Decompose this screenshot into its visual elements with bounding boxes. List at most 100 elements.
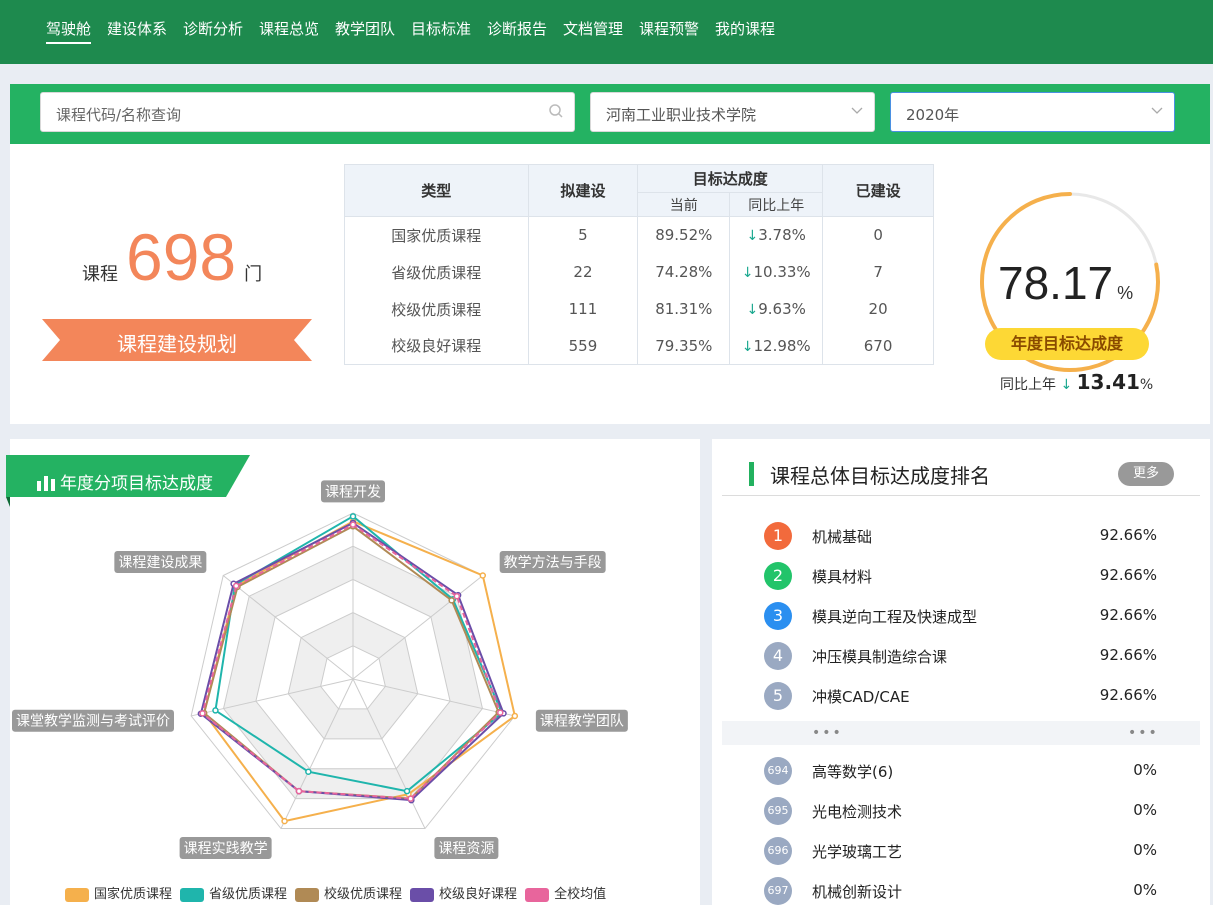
ranking-row[interactable]: 697 机械创新设计 0%	[712, 872, 1210, 905]
cell-type: 校级良好课程	[344, 327, 529, 365]
cell-current: 81.31%	[637, 290, 731, 328]
cell-built: 0	[822, 216, 934, 254]
course-count-suffix: 门	[244, 264, 263, 285]
svg-text:课程开发: 课程开发	[325, 484, 381, 500]
svg-text:课程资源: 课程资源	[438, 841, 494, 857]
ranking-row[interactable]: 5 冲模CAD/CAE 92.66%	[712, 677, 1210, 717]
chevron-down-icon	[1150, 103, 1164, 121]
arrow-down-icon: ↓	[746, 228, 759, 245]
legend-item[interactable]: 省级优质课程	[180, 883, 287, 902]
rank-badge: 695	[764, 797, 792, 825]
legend-item[interactable]: 全校均值	[525, 883, 606, 902]
course-count-prefix: 课程	[82, 264, 118, 285]
radar-legend: 国家优质课程 省级优质课程 校级优质课程 校级良好课程 全校均值	[65, 883, 614, 902]
rank-badge: 696	[764, 837, 792, 865]
legend-label: 省级优质课程	[209, 887, 288, 902]
ranking-ellipsis: ••• •••	[722, 721, 1200, 745]
rank-badge: 697	[764, 877, 792, 905]
course-stats-table: 类型 拟建设 目标达成度 已建设 当前 同比上年 国家优质课程 5 89.52%…	[344, 164, 934, 365]
legend-label: 校级优质课程	[324, 887, 403, 902]
ranking-row[interactable]: 3 模具逆向工程及快速成型 92.66%	[712, 597, 1210, 637]
cell-yoy-value: 9.63%	[758, 300, 806, 318]
nav-item-overview[interactable]: 课程总览	[259, 18, 319, 39]
radar-indicator-label: 教学方法与手段	[499, 551, 606, 574]
cell-yoy-value: 12.98%	[753, 336, 811, 355]
legend-label: 全校均值	[554, 887, 607, 902]
cell-planned: 22	[527, 253, 639, 291]
svg-text:课程教学团队: 课程教学团队	[540, 714, 624, 730]
ranking-row[interactable]: 694 高等数学(6) 0%	[712, 752, 1210, 792]
course-count-number: 698	[126, 220, 237, 294]
more-button[interactable]: 更多	[1118, 462, 1174, 486]
ranking-row[interactable]: 696 光学玻璃工艺 0%	[712, 832, 1210, 872]
cell-planned: 111	[527, 290, 639, 328]
legend-swatch	[410, 887, 435, 902]
gauge-yoy-value: 13.41	[1076, 370, 1140, 394]
legend-item[interactable]: 校级良好课程	[410, 883, 517, 902]
nav-item-team[interactable]: 教学团队	[335, 18, 395, 39]
course-plan-button[interactable]: 课程建设规划	[42, 319, 312, 361]
nav-item-diagnosis[interactable]: 诊断分析	[183, 18, 243, 39]
radar-point	[212, 707, 219, 714]
radar-indicator-label: 课程资源	[434, 837, 499, 860]
arrow-down-icon: ↓	[746, 302, 759, 318]
gauge-label: 年度目标达成度	[985, 328, 1149, 360]
search-input[interactable]: 课程代码/名称查询	[40, 92, 575, 132]
nav-item-my-courses[interactable]: 我的课程	[715, 18, 775, 39]
course-count: 课程 698 门	[82, 224, 262, 290]
cell-built: 20	[822, 290, 934, 328]
legend-swatch	[180, 887, 205, 902]
gauge-unit: %	[1117, 283, 1134, 303]
radar-point	[305, 768, 312, 775]
rank-value: 0%	[1133, 881, 1157, 899]
nav-item-cockpit[interactable]: 驾驶舱	[46, 18, 92, 44]
chevron-down-icon	[850, 103, 864, 121]
gauge-number: 78.17	[998, 257, 1114, 309]
svg-text:课堂教学监测与考试评价: 课堂教学监测与考试评价	[16, 714, 170, 730]
ranking-title-bar	[749, 462, 754, 486]
rank-badge: 4	[764, 642, 792, 670]
radar-point	[497, 709, 504, 716]
nav-item-report[interactable]: 诊断报告	[487, 18, 547, 39]
table-row: 校级良好课程 559 79.35% ↓12.98% 670	[344, 327, 934, 365]
nav-item-standards[interactable]: 目标标准	[411, 18, 471, 39]
nav-item-warning[interactable]: 课程预警	[639, 18, 699, 39]
legend-item[interactable]: 国家优质课程	[65, 883, 172, 902]
arrow-down-icon: ↓	[741, 338, 754, 355]
gauge-yoy: 同比上年 ↓ 13.41%	[1000, 370, 1153, 394]
cell-yoy: ↓10.33%	[729, 253, 824, 291]
radar-point	[295, 787, 303, 795]
search-icon[interactable]	[548, 103, 564, 123]
gauge-value: 78.17%	[998, 256, 1133, 310]
cell-type: 省级优质课程	[344, 253, 529, 291]
header-yoy: 同比上年	[729, 192, 824, 217]
summary-panel: 课程 698 门 课程建设规划 类型 拟建设 目标达成度 已建设 当前 同比上年 国…	[10, 144, 1210, 424]
year-select[interactable]: 2020年	[890, 92, 1175, 132]
rank-course-name: 光学玻璃工艺	[812, 843, 903, 861]
ranking-row[interactable]: 1 机械基础 92.66%	[712, 517, 1210, 557]
table-row: 省级优质课程 22 74.28% ↓10.33% 7	[344, 253, 934, 291]
ranking-header: 课程总体目标达成度排名 更多	[722, 439, 1200, 496]
cell-built: 670	[822, 327, 934, 365]
ranking-row[interactable]: 695 光电检测技术 0%	[712, 792, 1210, 832]
cell-current: 79.35%	[637, 327, 731, 365]
radar-point	[453, 592, 461, 600]
radar-indicator-label: 课程实践教学	[179, 837, 272, 860]
nav-item-docs[interactable]: 文档管理	[563, 18, 623, 39]
header-type: 类型	[344, 164, 529, 217]
ranking-row[interactable]: 2 模具材料 92.66%	[712, 557, 1210, 597]
svg-text:课程建设成果: 课程建设成果	[118, 555, 202, 571]
radar-point	[511, 712, 519, 720]
ranking-row[interactable]: 4 冲压模具制造综合课 92.66%	[712, 637, 1210, 677]
rank-value: 0%	[1133, 801, 1157, 819]
radar-point	[407, 795, 414, 802]
nav-item-system[interactable]: 建设体系	[107, 18, 167, 39]
legend-item[interactable]: 校级优质课程	[295, 883, 402, 902]
course-plan-label: 课程建设规划	[117, 332, 237, 356]
rank-value: 92.66%	[1099, 646, 1157, 664]
table-row: 国家优质课程 5 89.52% ↓3.78% 0	[344, 216, 934, 254]
year-select-value: 2020年	[906, 106, 960, 124]
rank-course-name: 机械基础	[812, 528, 873, 546]
school-select[interactable]: 河南工业职业技术学院	[590, 92, 875, 132]
cell-yoy: ↓9.63%	[729, 290, 824, 328]
